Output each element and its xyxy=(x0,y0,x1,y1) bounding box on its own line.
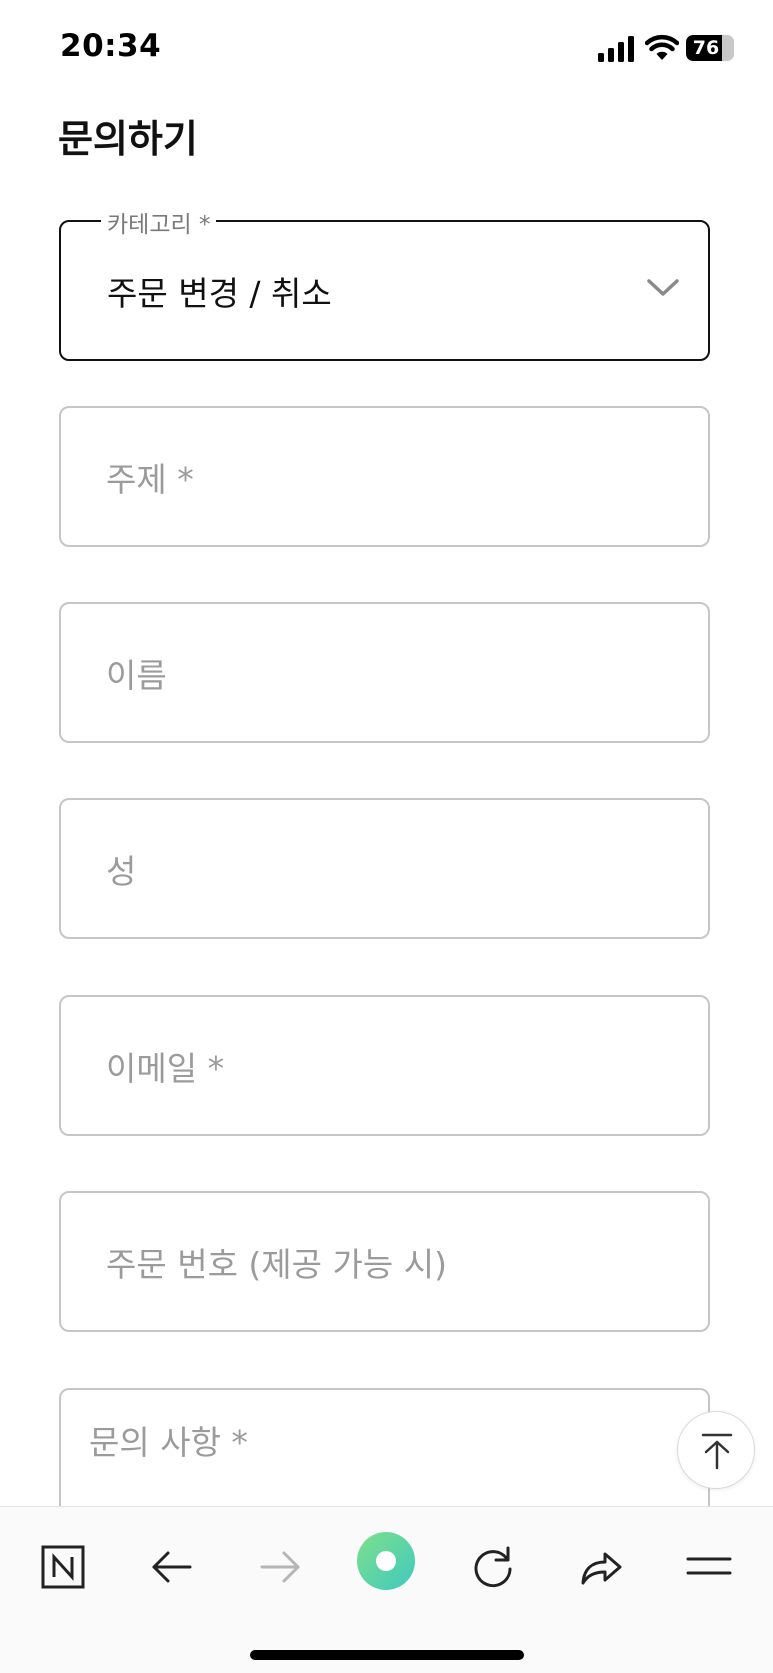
email-field[interactable]: 이메일 * xyxy=(59,995,710,1136)
menu-icon xyxy=(686,1557,732,1575)
cellular-signal-icon xyxy=(598,36,634,62)
green-dot-button[interactable] xyxy=(356,1531,416,1591)
status-bar: 20:34 76 xyxy=(0,0,773,100)
first-name-field[interactable]: 이름 xyxy=(59,602,710,743)
scroll-to-top-button[interactable] xyxy=(677,1411,755,1489)
browser-toolbar xyxy=(0,1506,773,1673)
category-select[interactable]: 카테고리 * 주문 변경 / 취소 xyxy=(59,205,710,361)
last-name-field[interactable]: 성 xyxy=(59,798,710,939)
menu-button[interactable] xyxy=(679,1537,739,1597)
page: 20:34 76 문의하기 카테고리 * 주문 변경 / 취소 주제 * 이름 … xyxy=(0,0,773,1673)
last-name-placeholder: 성 xyxy=(106,851,137,891)
order-number-placeholder: 주문 번호 (제공 가능 시) xyxy=(106,1244,447,1284)
battery-indicator: 76 xyxy=(686,35,734,61)
share-button[interactable] xyxy=(571,1537,631,1597)
subject-placeholder: 주제 * xyxy=(106,459,194,499)
wifi-icon xyxy=(645,34,679,60)
subject-field[interactable]: 주제 * xyxy=(59,406,710,547)
refresh-button[interactable] xyxy=(463,1537,523,1597)
email-placeholder: 이메일 * xyxy=(106,1048,225,1088)
refresh-icon xyxy=(474,1546,512,1588)
status-time: 20:34 xyxy=(60,28,162,64)
naver-home-icon xyxy=(41,1545,85,1589)
category-value: 주문 변경 / 취소 xyxy=(107,273,332,313)
arrow-up-to-top-icon xyxy=(701,1433,733,1470)
naver-home-button[interactable] xyxy=(33,1537,93,1597)
home-indicator xyxy=(250,1650,524,1660)
share-icon xyxy=(581,1552,622,1585)
inquiry-placeholder: 문의 사항 * xyxy=(89,1423,248,1462)
first-name-placeholder: 이름 xyxy=(106,655,167,695)
green-dot-icon xyxy=(357,1532,415,1590)
battery-level: 76 xyxy=(692,37,720,59)
chevron-down-icon xyxy=(647,279,679,296)
page-title: 문의하기 xyxy=(58,117,198,161)
back-arrow-icon xyxy=(152,1551,192,1583)
forward-button[interactable] xyxy=(250,1537,310,1597)
order-number-field[interactable]: 주문 번호 (제공 가능 시) xyxy=(59,1191,710,1332)
forward-arrow-icon xyxy=(260,1551,300,1583)
back-button[interactable] xyxy=(142,1537,202,1597)
